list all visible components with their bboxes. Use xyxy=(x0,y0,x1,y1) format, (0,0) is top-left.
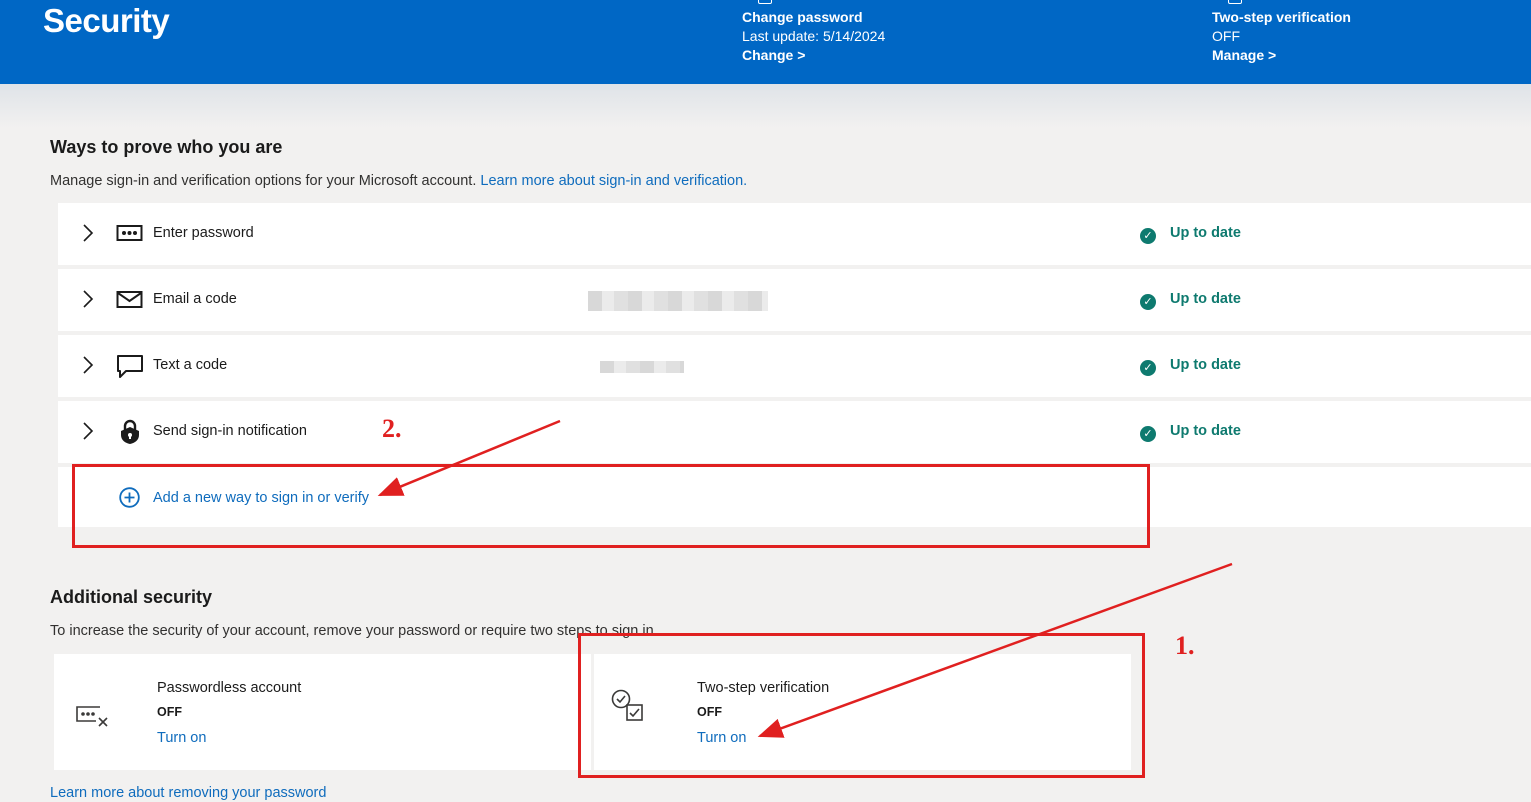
check-circle-icon: ✓ xyxy=(1140,228,1156,244)
redacted-email xyxy=(588,291,768,311)
status-badge: ✓ Up to date xyxy=(1140,291,1241,310)
status-text: Up to date xyxy=(1170,423,1241,439)
manage-two-step-link[interactable]: Manage > xyxy=(1212,46,1351,65)
passwordless-card: Passwordless account OFF Turn on xyxy=(54,654,591,770)
passwordless-turn-on-link[interactable]: Turn on xyxy=(157,730,206,746)
check-circle-icon: ✓ xyxy=(1140,294,1156,310)
change-password-link[interactable]: Change > xyxy=(742,46,885,65)
two-step-summary: Two-step verification OFF Manage > xyxy=(1212,0,1351,65)
method-label: Text a code xyxy=(153,357,228,373)
last-update-text: Last update: 5/14/2024 xyxy=(742,28,886,44)
method-row-signin-notification[interactable]: Send sign-in notification ✓ Up to date xyxy=(58,401,1531,463)
chevron-right-icon[interactable] xyxy=(78,421,98,441)
learn-more-remove-password-link[interactable]: Learn more about removing your password xyxy=(50,785,326,801)
passwordless-icon xyxy=(76,706,108,727)
checkbox-icon xyxy=(1228,0,1242,4)
header-shadow xyxy=(0,84,1531,128)
method-row-text-code[interactable]: Text a code ✓ Up to date xyxy=(58,335,1531,397)
additional-section-description: To increase the security of your account… xyxy=(50,623,658,639)
chevron-right-icon[interactable] xyxy=(78,355,98,375)
status-badge: ✓ Up to date xyxy=(1140,357,1241,376)
page-header: Security Change password Last update: 5/… xyxy=(0,0,1531,84)
status-badge: ✓ Up to date xyxy=(1140,423,1241,442)
ways-section-title: Ways to prove who you are xyxy=(50,137,283,157)
two-step-summary-title: Two-step verification xyxy=(1212,9,1351,25)
lock-icon xyxy=(121,419,139,444)
chat-bubble-icon xyxy=(117,355,143,378)
key-icon xyxy=(758,0,772,4)
check-circle-icon: ✓ xyxy=(1140,426,1156,442)
signin-methods-list: Enter password ✓ Up to date Email a code … xyxy=(58,203,1531,467)
annotation-box-two-step xyxy=(578,633,1145,778)
chevron-right-icon[interactable] xyxy=(78,289,98,309)
chevron-right-icon[interactable] xyxy=(78,223,98,243)
method-label: Send sign-in notification xyxy=(153,423,307,439)
two-step-summary-status: OFF xyxy=(1212,28,1240,44)
passwordless-status: OFF xyxy=(157,705,182,719)
annotation-box-add-method xyxy=(72,464,1150,548)
passwordless-title: Passwordless account xyxy=(157,680,302,696)
status-text: Up to date xyxy=(1170,291,1241,307)
method-row-email-code[interactable]: Email a code ✓ Up to date xyxy=(58,269,1531,331)
method-row-enter-password[interactable]: Enter password ✓ Up to date xyxy=(58,203,1531,265)
status-badge: ✓ Up to date xyxy=(1140,225,1241,244)
status-text: Up to date xyxy=(1170,225,1241,241)
method-label: Enter password xyxy=(153,225,254,241)
redacted-phone xyxy=(600,361,684,373)
page-title: Security xyxy=(43,2,170,39)
method-label: Email a code xyxy=(153,291,237,307)
change-password-summary: Change password Last update: 5/14/2024 C… xyxy=(742,0,885,65)
check-circle-icon: ✓ xyxy=(1140,360,1156,376)
ways-section-description: Manage sign-in and verification options … xyxy=(50,173,747,189)
ways-description-text: Manage sign-in and verification options … xyxy=(50,173,477,189)
annotation-step-2: 2. xyxy=(382,414,402,443)
change-password-title: Change password xyxy=(742,9,863,25)
annotation-step-1: 1. xyxy=(1175,631,1195,660)
learn-more-signin-link[interactable]: Learn more about sign-in and verificatio… xyxy=(480,173,747,189)
status-text: Up to date xyxy=(1170,357,1241,373)
additional-section-title: Additional security xyxy=(50,587,213,607)
envelope-icon xyxy=(116,291,143,308)
password-dots-icon xyxy=(116,225,143,241)
